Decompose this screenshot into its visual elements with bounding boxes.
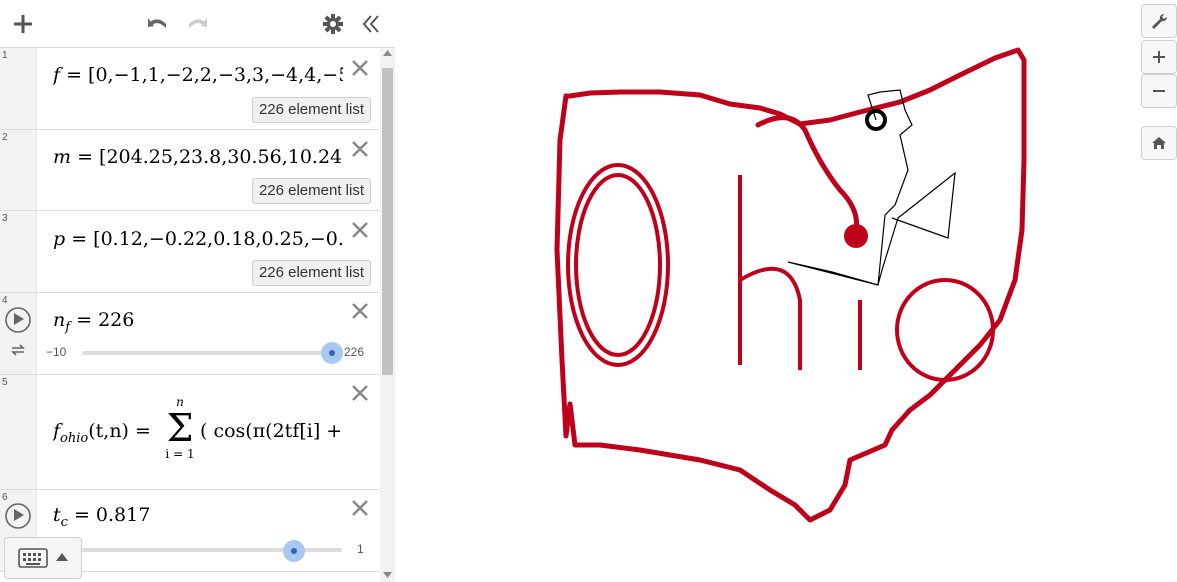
row-number: 5 xyxy=(2,377,8,388)
home-view-button[interactable] xyxy=(1141,126,1177,160)
play-icon[interactable] xyxy=(4,502,32,530)
undo-button[interactable] xyxy=(144,10,172,38)
loop-letter-o-small xyxy=(895,278,995,382)
scroll-down-arrow-icon[interactable] xyxy=(383,572,392,578)
list-length-badge[interactable]: 226 element list xyxy=(251,260,371,286)
loop-letters xyxy=(566,163,995,382)
expression-subscript: ohio xyxy=(60,430,89,446)
function-args: (t,n) xyxy=(88,420,129,442)
caret-up-icon xyxy=(56,553,68,561)
expression-toolbar xyxy=(0,0,395,48)
delete-icon[interactable] xyxy=(350,301,370,321)
keypad-toggle-button[interactable] xyxy=(4,537,82,579)
graph-canvas[interactable] xyxy=(396,0,1177,582)
wrench-icon xyxy=(1152,13,1168,29)
slider-track[interactable] xyxy=(82,351,332,355)
scroll-up-arrow-icon[interactable] xyxy=(383,50,392,56)
zoom-out-button[interactable] xyxy=(1141,74,1177,108)
home-icon xyxy=(1152,137,1166,149)
undo-icon xyxy=(148,18,166,28)
gear-icon xyxy=(323,14,343,34)
expression-subscript: c xyxy=(60,514,68,530)
sigma-symbol: Σ xyxy=(166,406,194,450)
slider-knob[interactable] xyxy=(283,540,305,562)
expression-lhs: f xyxy=(53,64,61,86)
graph-drawing xyxy=(554,47,1027,523)
expression-list: 1 f = [0,−1,1,−2,2,−3,3,−4,4,−5,5 226 el… xyxy=(0,48,379,582)
curve-cluster xyxy=(844,224,868,248)
redo-button[interactable] xyxy=(183,10,211,38)
delete-icon[interactable] xyxy=(350,139,370,159)
expression-lhs: m xyxy=(53,146,72,168)
double-chevron-left-icon xyxy=(362,15,379,33)
expression-rhs: 0.817 xyxy=(95,504,151,526)
loop-letter-h xyxy=(738,175,802,370)
ohio-inner-curve xyxy=(755,115,860,235)
plus-icon xyxy=(1153,51,1165,63)
expression-lhs: n xyxy=(53,309,66,331)
delete-icon[interactable] xyxy=(350,383,370,403)
expression-row-m[interactable]: 2 m = [204.25,23.8,30.56,10.24,36.9 226 … xyxy=(0,130,379,211)
row-gutter: 5 xyxy=(0,375,37,489)
expression-text[interactable]: tc = 0.817 xyxy=(53,504,150,530)
expression-text[interactable]: nf = 226 xyxy=(53,309,134,335)
redo-icon xyxy=(189,18,207,28)
slider-max-label[interactable]: 226 xyxy=(344,345,364,359)
row-number: 4 xyxy=(2,295,8,306)
slider-knob[interactable] xyxy=(321,342,343,364)
loop-letter-o xyxy=(566,163,670,367)
slider-min-label[interactable]: −10 xyxy=(46,345,66,359)
expression-panel: 1 f = [0,−1,1,−2,2,−3,3,−4,4,−5,5 226 el… xyxy=(0,0,395,582)
slider-row-nf[interactable]: 4 nf = 226 −10 226 xyxy=(0,293,379,375)
expression-lhs: p xyxy=(53,228,66,250)
expression-text[interactable]: m = [204.25,23.8,30.56,10.24,36.9 xyxy=(53,146,343,168)
expression-row-p[interactable]: 3 p = [0.12,−0.22,0.18,0.25,−0.39, 226 e… xyxy=(0,211,379,293)
plus-icon xyxy=(14,15,32,33)
delete-icon[interactable] xyxy=(350,498,370,518)
expression-rhs: [204.25,23.8,30.56,10.24,36.9 xyxy=(99,146,343,168)
expression-subscript: f xyxy=(65,319,71,335)
expression-text[interactable]: f = [0,−1,1,−2,2,−3,3,−4,4,−5,5 xyxy=(53,64,343,86)
zoom-in-button[interactable] xyxy=(1141,40,1177,74)
delete-icon[interactable] xyxy=(350,58,370,78)
play-icon[interactable] xyxy=(4,306,32,334)
expression-scrollbar[interactable] xyxy=(380,48,395,582)
expression-rhs: 226 xyxy=(98,309,135,331)
list-length-badge[interactable]: 226 element list xyxy=(251,178,371,204)
loop-icon[interactable] xyxy=(10,343,26,357)
row-gutter: 1 xyxy=(0,48,37,129)
scrollbar-thumb[interactable] xyxy=(382,68,393,375)
expression-lhs: f xyxy=(53,420,61,442)
row-number: 1 xyxy=(2,50,8,61)
loop-letter-o-inner xyxy=(574,173,662,357)
row-number: 3 xyxy=(2,213,8,224)
row-number: 2 xyxy=(2,132,8,143)
add-item-button[interactable] xyxy=(9,10,37,38)
expression-rhs: [0,−1,1,−2,2,−3,3,−4,4,−5,5 xyxy=(88,64,343,86)
settings-button[interactable] xyxy=(319,10,347,38)
expression-body[interactable]: ( cos(π(2tf[i] + xyxy=(200,420,350,442)
summation: n Σ i = 1 xyxy=(160,395,200,475)
sum-lower-limit: i = 1 xyxy=(165,447,195,461)
collapse-panel-button[interactable] xyxy=(357,10,385,38)
graph-settings-button[interactable] xyxy=(1141,4,1177,38)
row-gutter: 4 xyxy=(0,293,37,374)
delete-icon[interactable] xyxy=(350,220,370,240)
row-gutter: 2 xyxy=(0,130,37,210)
slider-max-label[interactable]: 1 xyxy=(357,542,364,556)
row-gutter: 3 xyxy=(0,211,37,292)
expression-lhs: t xyxy=(53,504,61,526)
expression-rhs: [0.12,−0.22,0.18,0.25,−0.39, xyxy=(93,228,343,250)
minus-icon xyxy=(1153,90,1165,92)
expression-row-f[interactable]: 1 f = [0,−1,1,−2,2,−3,3,−4,4,−5,5 226 el… xyxy=(0,48,379,130)
expression-text[interactable]: p = [0.12,−0.22,0.18,0.25,−0.39, xyxy=(53,228,343,250)
list-length-badge[interactable]: 226 element list xyxy=(251,97,371,123)
expression-row-fohio[interactable]: 5 fohio(t,n) = n Σ i = 1 ( cos(π(2tf[i] … xyxy=(0,375,379,490)
keyboard-icon xyxy=(18,548,48,568)
epicycle-trace-line xyxy=(787,89,956,286)
